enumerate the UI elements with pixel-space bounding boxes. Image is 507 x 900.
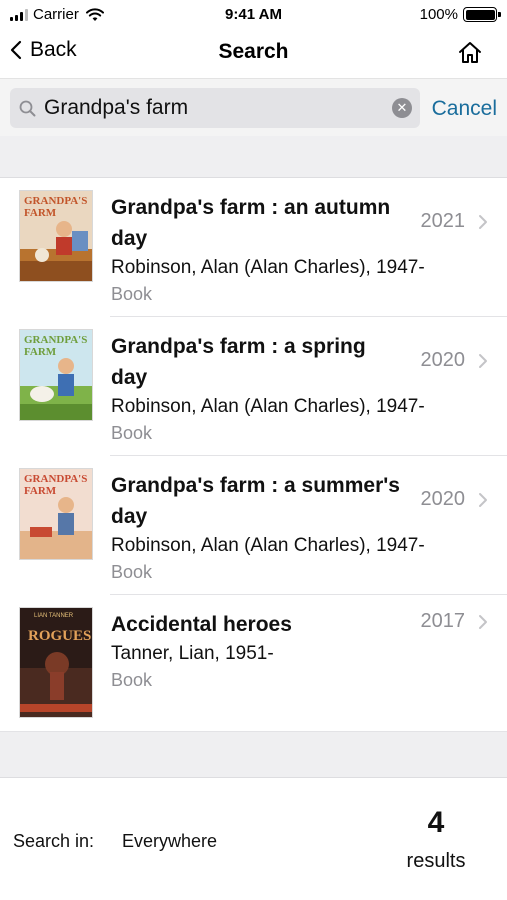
book-cover-image: LIAN TANNER ROGUES: [19, 607, 93, 718]
list-item[interactable]: GRANDPA'S FARM Grandpa's farm : a spring…: [0, 317, 507, 456]
svg-text:FARM: FARM: [24, 346, 57, 358]
search-input[interactable]: [44, 88, 384, 128]
result-count: 4: [427, 806, 445, 839]
result-type: Book: [111, 670, 153, 690]
svg-text:GRANDPA'S: GRANDPA'S: [24, 334, 87, 346]
result-title: Grandpa's farm : an autumn day: [111, 196, 391, 250]
page-title: Search: [218, 40, 289, 63]
section-header-spacer: [0, 136, 507, 178]
list-item[interactable]: GRANDPA'S FARM Grandpa's farm : a summer…: [0, 456, 507, 595]
book-cover-image: GRANDPA'S FARM: [19, 190, 93, 282]
svg-text:ROGUES: ROGUES: [28, 628, 91, 644]
svg-text:FARM: FARM: [24, 207, 57, 219]
result-year: 2020: [420, 488, 466, 510]
battery-icon: [463, 7, 501, 22]
result-author: Tanner, Lian, 1951-: [111, 643, 274, 664]
navigation-bar: Back Search: [0, 30, 507, 78]
svg-text:LIAN TANNER: LIAN TANNER: [34, 613, 74, 619]
clear-icon[interactable]: ✕: [392, 98, 412, 118]
result-year: 2017: [420, 610, 466, 632]
search-scope-selector[interactable]: Everywhere: [122, 831, 217, 852]
status-right: 100%: [419, 6, 501, 23]
list-item[interactable]: GRANDPA'S FARM Grandpa's farm : an autum…: [0, 178, 507, 317]
search-icon: [19, 100, 36, 117]
result-author: Robinson, Alan (Alan Charles), 1947-: [111, 535, 425, 556]
chevron-right-icon: [479, 354, 487, 368]
section-footer-spacer: [0, 731, 507, 778]
chevron-right-icon: [479, 493, 487, 507]
search-in-label: Search in:: [13, 831, 95, 851]
svg-text:GRANDPA'S: GRANDPA'S: [24, 473, 87, 485]
status-bar: Carrier 9:41 AM 100%: [0, 0, 507, 30]
book-cover-image: GRANDPA'S FARM: [19, 468, 93, 560]
result-type: Book: [111, 423, 153, 443]
result-author: Robinson, Alan (Alan Charles), 1947-: [111, 257, 425, 278]
result-year: 2020: [420, 349, 466, 371]
home-icon[interactable]: [457, 40, 483, 64]
search-field[interactable]: ✕: [10, 88, 420, 128]
result-year: 2021: [420, 210, 466, 232]
results-list: GRANDPA'S FARM Grandpa's farm : an autum…: [0, 178, 507, 731]
search-footer: Search in: Everywhere 4 results: [0, 778, 507, 900]
search-bar: ✕ Cancel: [0, 78, 507, 136]
list-item[interactable]: LIAN TANNER ROGUES Accidental heroes 201…: [0, 595, 507, 731]
svg-text:FARM: FARM: [24, 485, 57, 497]
result-count-label: results: [406, 850, 466, 872]
svg-text:GRANDPA'S: GRANDPA'S: [24, 195, 87, 207]
result-title: Accidental heroes: [111, 613, 292, 636]
result-author: Robinson, Alan (Alan Charles), 1947-: [111, 396, 425, 417]
chevron-right-icon: [479, 615, 487, 629]
chevron-right-icon: [479, 215, 487, 229]
cancel-button[interactable]: Cancel: [432, 97, 497, 121]
battery-percent: 100%: [419, 6, 458, 23]
result-type: Book: [111, 284, 153, 304]
result-type: Book: [111, 562, 153, 582]
result-title: Grandpa's farm : a summer's day: [111, 474, 400, 528]
book-cover-image: GRANDPA'S FARM: [19, 329, 93, 421]
result-title: Grandpa's farm : a spring day: [111, 335, 366, 389]
